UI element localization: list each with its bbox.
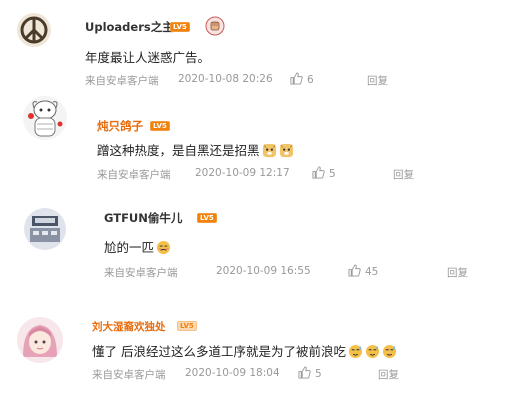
sweat-emoji — [365, 344, 380, 359]
comment-text-body: 懂了 后浪经过这么多道工序就是为了被前浪吃 — [92, 344, 346, 359]
like-button[interactable]: 5 — [298, 366, 322, 380]
reply-button[interactable]: 回复 — [393, 167, 414, 182]
level-badge: LV5 — [197, 213, 217, 223]
fist-badge-icon — [205, 16, 225, 36]
username[interactable]: 炖只鸽子 — [97, 118, 143, 134]
timestamp: 2020-10-09 12:17 — [195, 167, 290, 179]
sweat-emoji — [382, 344, 397, 359]
reply-button[interactable]: 回复 — [378, 367, 399, 382]
avatar[interactable] — [17, 317, 63, 363]
timestamp: 2020-10-09 18:04 — [185, 367, 280, 379]
like-button[interactable]: 45 — [348, 264, 378, 278]
comment-text: 懂了 后浪经过这么多道工序就是为了被前浪吃 — [92, 341, 397, 360]
like-button[interactable]: 6 — [290, 72, 314, 86]
reply-button[interactable]: 回复 — [367, 73, 388, 88]
source-label: 来自安卓客户端 — [104, 267, 178, 279]
timestamp: 2020-10-09 16:55 — [216, 265, 311, 277]
like-count: 5 — [329, 168, 336, 180]
comment-text: 年度最让人迷惑广告。 — [85, 50, 211, 65]
sweat-emoji — [348, 344, 363, 359]
username[interactable]: GTFUN偷牛儿 — [104, 210, 182, 226]
comment-item: 炖只鸽子 LV5 蹭这种热度，是自黑还是招黑 来自安卓客户端 2020-10-0… — [0, 95, 507, 195]
timestamp: 2020-10-08 20:26 — [178, 73, 273, 85]
comment-text-body: 蹭这种热度，是自黑还是招黑 — [97, 143, 260, 158]
like-count: 45 — [365, 266, 379, 278]
level-badge: LV5 — [177, 321, 197, 331]
thumbs-up-icon — [298, 366, 311, 379]
like-button[interactable]: 5 — [312, 166, 336, 180]
comment-text: 尬的一匹 — [104, 237, 171, 256]
avatar[interactable] — [23, 96, 67, 140]
like-count: 6 — [307, 74, 314, 86]
source-label: 来自安卓客户端 — [97, 169, 171, 181]
source-label: 来自安卓客户端 — [85, 75, 159, 87]
doge-emoji — [279, 143, 294, 158]
reply-button[interactable]: 回复 — [447, 265, 468, 280]
level-badge: LV5 — [170, 22, 190, 32]
comment-item: GTFUN偷牛儿 LV5 尬的一匹 来自安卓客户端 2020-10-09 16:… — [0, 195, 507, 295]
level-badge: LV5 — [150, 121, 170, 131]
thumbs-up-icon — [348, 264, 361, 277]
like-count: 5 — [315, 368, 322, 380]
avatar[interactable] — [17, 13, 51, 47]
avatar[interactable] — [24, 208, 66, 250]
comment-text: 蹭这种热度，是自黑还是招黑 — [97, 140, 294, 159]
awkward-emoji — [156, 240, 171, 255]
comment-item: 刘大湿裔欢独处 LV5 懂了 后浪经过这么多道工序就是为了被前浪吃 来自安卓客户… — [0, 295, 507, 400]
comment-text-body: 尬的一匹 — [104, 240, 155, 255]
thumbs-up-icon — [312, 166, 325, 179]
username[interactable]: 刘大湿裔欢独处 — [92, 319, 166, 334]
doge-emoji — [262, 143, 277, 158]
comment-item: Uploaders之主 LV5 年度最让人迷惑广告。 来自安卓客户端 2020-… — [0, 0, 507, 95]
username[interactable]: Uploaders之主 — [85, 19, 174, 35]
source-label: 来自安卓客户端 — [92, 369, 166, 381]
thumbs-up-icon — [290, 72, 303, 85]
